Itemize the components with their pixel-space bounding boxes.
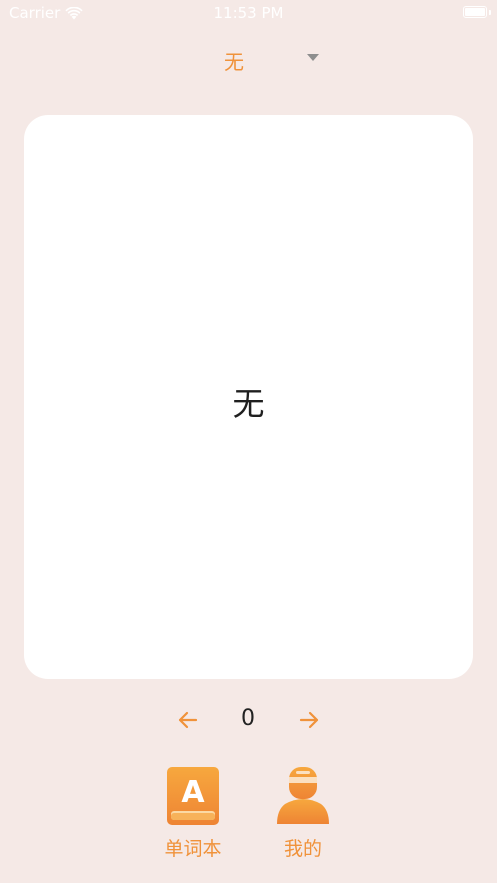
status-bar: Carrier 11:53 PM: [0, 0, 497, 26]
page-index: 0: [241, 706, 255, 731]
tab-profile-label: 我的: [283, 838, 322, 860]
card-word: 无: [232, 385, 265, 423]
tab-wordbook[interactable]: A 单词本: [158, 766, 228, 862]
tab-wordbook-label: 单词本: [164, 838, 222, 860]
wordbook-icon: A: [167, 767, 219, 825]
arrow-right-icon: [299, 711, 319, 729]
word-card[interactable]: 无: [24, 115, 473, 679]
tab-profile[interactable]: 我的: [268, 766, 338, 862]
previous-button[interactable]: [176, 708, 200, 732]
wordbook-selector-label: 无: [224, 50, 244, 74]
battery-icon: [463, 6, 487, 18]
pager: 0: [0, 704, 497, 736]
battery-tip: [489, 10, 491, 15]
wordbook-selector[interactable]: 无: [0, 44, 497, 74]
status-time: 11:53 PM: [213, 4, 284, 22]
profile-icon: [277, 767, 329, 824]
caret-down-icon: [307, 54, 319, 61]
next-button[interactable]: [297, 708, 321, 732]
svg-text:A: A: [181, 775, 205, 810]
arrow-left-icon: [178, 711, 198, 729]
